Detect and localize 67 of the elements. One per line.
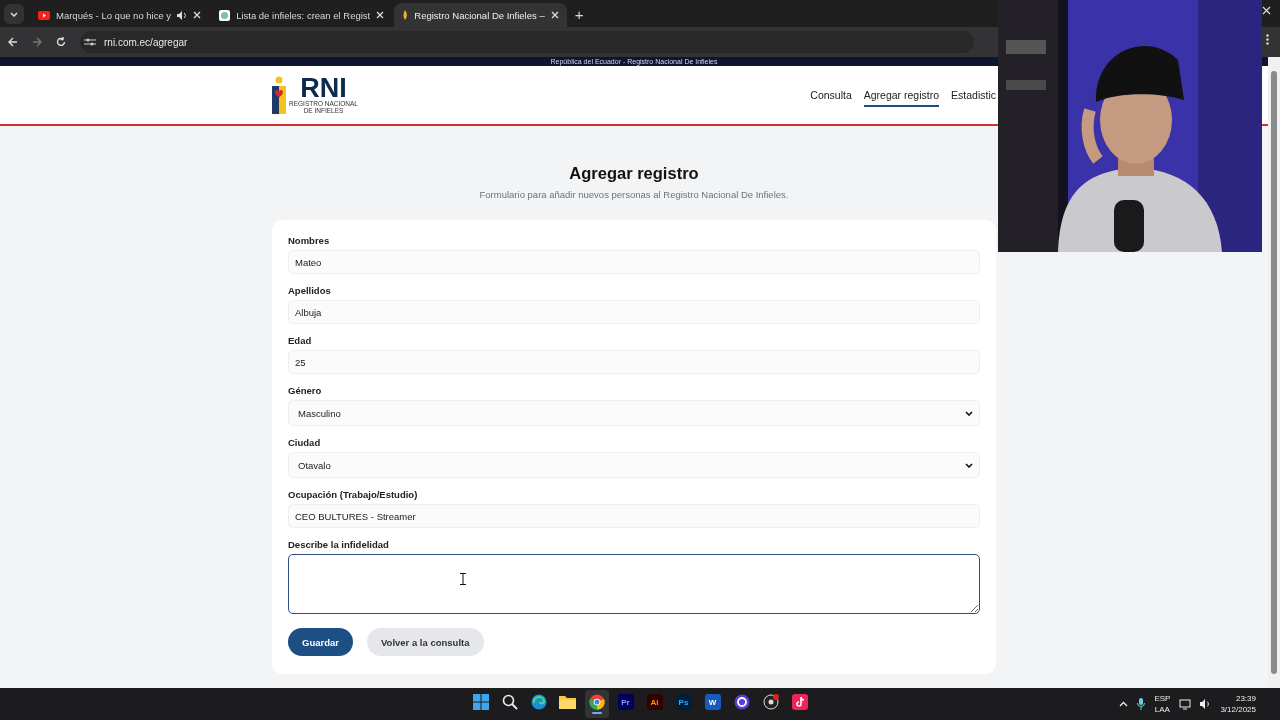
flame-icon xyxy=(402,10,409,20)
new-tab-button[interactable]: + xyxy=(568,6,590,27)
field-label: Edad xyxy=(288,335,313,346)
recorder-icon xyxy=(762,694,779,710)
menu-icon[interactable] xyxy=(1266,34,1269,45)
field-label: Describe la infidelidad xyxy=(288,539,390,550)
microphone-icon[interactable] xyxy=(1137,698,1146,710)
nav-link[interactable]: Estadistic xyxy=(951,83,996,107)
field-label: Género xyxy=(288,385,323,396)
browser-tab[interactable]: Marqués - Lo que no hice y xyxy=(30,3,210,27)
taskbar-app[interactable]: Pr xyxy=(613,690,638,718)
address-bar[interactable]: rni.com.ec/agregar xyxy=(80,31,974,53)
back-icon[interactable] xyxy=(8,37,18,47)
search-icon xyxy=(501,694,518,710)
chevron-up-icon[interactable] xyxy=(1119,701,1129,707)
taskbar-app[interactable]: W xyxy=(700,690,725,718)
clock-time[interactable]: 23:39 xyxy=(1235,693,1256,704)
text-field[interactable]: Mateo xyxy=(288,250,980,274)
page-title: Agregar registro xyxy=(569,164,699,183)
dropdown[interactable]: Masculino xyxy=(288,400,980,426)
video-icon xyxy=(38,10,50,20)
browser-tab[interactable]: Lista de infieles: crean el Regist xyxy=(211,3,393,27)
network-icon[interactable] xyxy=(1179,698,1192,710)
speaker-icon[interactable] xyxy=(1200,699,1212,709)
chevron-icon xyxy=(965,462,973,468)
reload-icon[interactable] xyxy=(56,37,66,47)
taskbar-app[interactable] xyxy=(584,690,609,718)
nav-link[interactable]: Consulta xyxy=(810,83,852,107)
text-area[interactable] xyxy=(288,554,980,614)
field-label: Ocupación (Trabajo/Estudio) xyxy=(288,489,419,500)
forward-icon[interactable] xyxy=(32,37,42,47)
back-button[interactable]: Volver a la consulta xyxy=(366,628,484,656)
text-field[interactable]: 25 xyxy=(288,350,980,374)
field-label: Apellidos xyxy=(288,285,332,296)
language-text[interactable]: LAA xyxy=(1154,704,1170,715)
nav-link[interactable]: Agregar registro xyxy=(863,83,940,107)
dropdown[interactable]: Otavalo xyxy=(288,452,980,478)
note-icon xyxy=(791,694,808,710)
taskbar-app[interactable]: Ai xyxy=(642,690,667,718)
logo-text: RNI xyxy=(300,76,347,100)
ring-icon xyxy=(733,694,750,710)
close-icon[interactable] xyxy=(376,11,385,19)
settings-icon xyxy=(84,37,96,47)
field-label: Ciudad xyxy=(288,437,322,448)
text-field[interactable]: Albuja xyxy=(288,300,980,324)
chevron-icon xyxy=(10,11,18,17)
close-icon[interactable] xyxy=(1262,6,1271,15)
windows-icon xyxy=(472,694,489,710)
browser-tab[interactable]: Registro Nacional De Infieles – xyxy=(394,3,567,27)
folder-icon xyxy=(559,695,576,709)
close-icon[interactable] xyxy=(550,11,559,19)
taskbar-app[interactable]: Ps xyxy=(671,690,696,718)
globe-icon xyxy=(219,9,231,21)
swirl-icon xyxy=(530,694,547,710)
scrollbar-thumb[interactable] xyxy=(1271,71,1277,674)
page-subtitle: Formulario para añadir nuevos personas al Registro Nacional De Infieles. xyxy=(479,189,789,200)
chevron-icon xyxy=(965,410,973,416)
chrome-icon xyxy=(588,694,605,710)
clock-date[interactable]: 3/12/2025 xyxy=(1220,704,1256,715)
logo-icon xyxy=(272,76,286,114)
language-text[interactable]: ESP xyxy=(1154,693,1171,704)
field-label: Nombres xyxy=(288,235,331,246)
save-button[interactable]: Guardar xyxy=(288,628,353,656)
text-cursor-icon xyxy=(460,573,466,585)
tab-list-button[interactable] xyxy=(4,4,24,24)
text-field[interactable]: CEO BULTURES - Streamer xyxy=(288,504,980,528)
close-icon[interactable] xyxy=(193,11,202,19)
